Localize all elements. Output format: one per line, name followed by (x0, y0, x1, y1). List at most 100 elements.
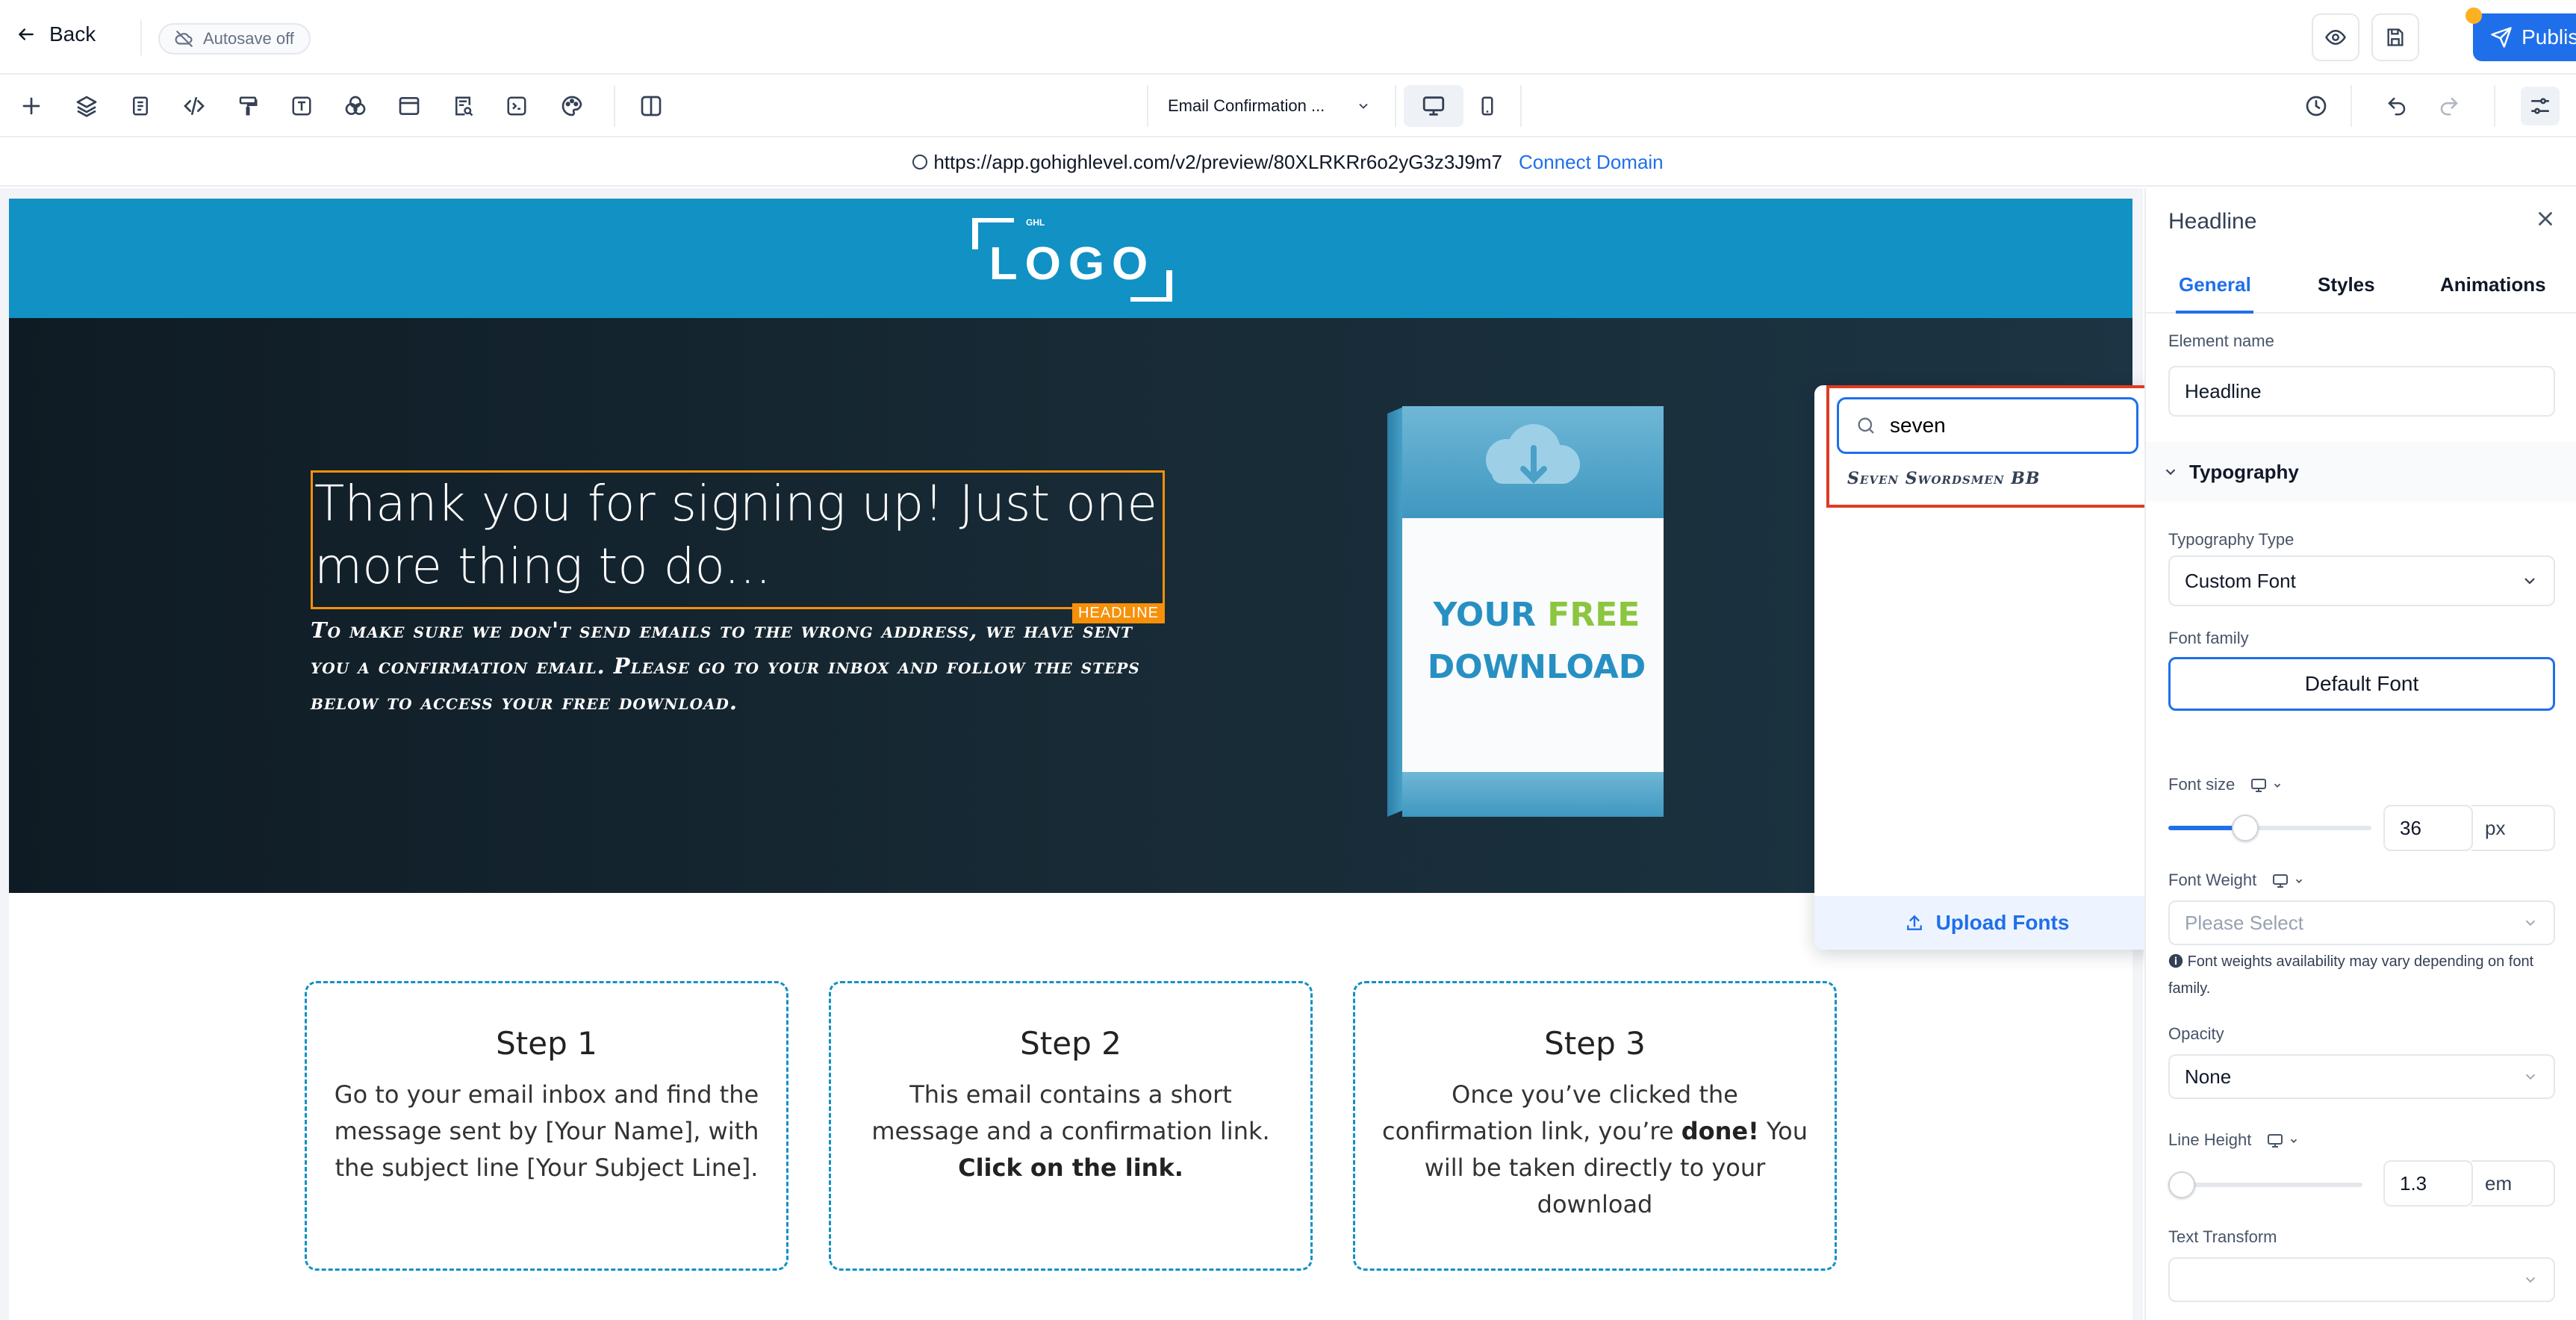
step-title: Step 3 (1544, 1025, 1646, 1062)
page-selector[interactable]: Email Confirmation ... (1150, 85, 1389, 127)
desktop-icon (1422, 96, 1445, 116)
font-size-input[interactable]: 36 (2383, 805, 2473, 851)
step-card-2[interactable]: Step 2 This email contains a short messa… (829, 981, 1313, 1271)
opacity-select[interactable]: None (2168, 1054, 2555, 1099)
terminal-icon (507, 96, 526, 116)
desktop-view-button[interactable] (1404, 85, 1463, 127)
line-height-unit-value: em (2485, 1171, 2513, 1195)
autosave-label: Autosave off (203, 29, 294, 48)
custom-js-button[interactable] (500, 90, 533, 122)
chevron-down-icon (2525, 1277, 2536, 1283)
line-height-input[interactable]: 1.3 (2383, 1160, 2473, 1207)
desktop-icon (2251, 779, 2267, 793)
font-weight-select[interactable]: Please Select (2168, 900, 2555, 945)
typography-type-label: Typography Type (2168, 530, 2295, 549)
headline-element[interactable]: Thank you for signing up! Just one more … (311, 470, 1167, 623)
element-name-value: Headline (2185, 379, 2262, 402)
save-button[interactable] (2371, 13, 2419, 61)
undo-button[interactable] (2380, 90, 2413, 122)
font-family-select[interactable]: Default Font (2168, 657, 2555, 711)
sections-button[interactable] (393, 90, 426, 122)
back-label: Back (49, 22, 96, 46)
pages-button[interactable] (124, 90, 157, 122)
back-button[interactable]: Back (16, 22, 96, 46)
search-icon (1858, 417, 1874, 434)
redo-icon (2440, 97, 2458, 116)
redo-button[interactable] (2433, 90, 2465, 122)
typography-section-header[interactable]: Typography (2146, 442, 2576, 502)
divider (2351, 85, 2352, 127)
tab-animations[interactable]: Animations (2440, 273, 2546, 296)
notification-dot (2465, 7, 2482, 24)
font-size-unit[interactable]: px (2471, 805, 2555, 851)
typography-type-select[interactable]: Custom Font (2168, 555, 2555, 606)
step-card-1[interactable]: Step 1 Go to your email inbox and find t… (305, 981, 788, 1271)
step-text: Go to your email inbox and find the mess… (334, 1080, 759, 1182)
tab-general[interactable]: General (2179, 273, 2251, 296)
color-circles-icon (345, 96, 366, 115)
divider (614, 85, 615, 127)
colors-button[interactable] (339, 90, 372, 122)
text-icon (292, 96, 311, 116)
headline-text[interactable]: Thank you for signing up! Just one more … (313, 473, 1167, 598)
text-transform-label: Text Transform (2168, 1227, 2277, 1246)
svg-text:LOGO: LOGO (989, 238, 1156, 290)
logo-image: GHL LOGO (972, 218, 1172, 302)
tab-styles[interactable]: Styles (2318, 273, 2375, 296)
styles-button[interactable] (231, 90, 264, 122)
font-search-input[interactable] (1890, 414, 2114, 438)
layers-button[interactable] (70, 90, 103, 122)
history-icon (2306, 96, 2327, 116)
font-search-field[interactable] (1837, 397, 2138, 454)
autosave-toggle[interactable]: Autosave off (158, 23, 311, 55)
add-element-button[interactable] (15, 90, 48, 122)
split-view-button[interactable] (635, 90, 668, 122)
device-indicator[interactable] (2250, 776, 2283, 794)
step-card-3[interactable]: Step 3 Once you’ve clicked the confirmat… (1353, 981, 1837, 1271)
connect-domain-link[interactable]: Connect Domain (1519, 151, 1664, 174)
font-option[interactable]: Seven Swordsmen BB (1847, 469, 2040, 488)
forms-button[interactable] (447, 90, 479, 122)
active-tab-indicator (2176, 311, 2253, 314)
eye-icon (2325, 29, 2346, 46)
logo-section[interactable]: GHL LOGO (9, 199, 2132, 318)
send-icon (2491, 27, 2512, 48)
font-size-unit-value: px (2485, 816, 2506, 839)
opacity-value: None (2185, 1065, 2232, 1088)
slider-handle[interactable] (2168, 1171, 2195, 1198)
history-button[interactable] (2300, 90, 2333, 122)
text-transform-select[interactable] (2168, 1257, 2555, 1302)
close-panel-button[interactable] (2534, 208, 2557, 230)
font-family-value: Default Font (2304, 672, 2419, 695)
line-height-label: Line Height (2168, 1130, 2299, 1150)
settings-panel-button[interactable] (2521, 87, 2560, 125)
subheadline-text[interactable]: To make sure we don't send emails to the… (311, 612, 1169, 720)
publish-button[interactable]: Publish (2465, 7, 2576, 61)
info-icon (2168, 953, 2183, 968)
form-search-icon (455, 96, 473, 116)
plus-icon (22, 97, 40, 115)
chevron-down-icon (2165, 469, 2176, 476)
line-height-unit[interactable]: em (2471, 1160, 2555, 1207)
device-indicator[interactable] (2266, 1132, 2299, 1150)
code-button[interactable] (178, 90, 211, 122)
chevron-down-icon (2296, 879, 2303, 884)
preview-url-bar: https://app.gohighlevel.com/v2/preview/8… (0, 139, 2576, 187)
arrow-left-icon (19, 28, 34, 40)
typography-label: Typography (2189, 460, 2299, 483)
element-name-input[interactable]: Headline (2168, 366, 2555, 417)
slider-handle[interactable] (2232, 815, 2259, 841)
text-button[interactable] (285, 90, 318, 122)
theme-button[interactable] (556, 90, 588, 122)
chevron-down-icon (2525, 920, 2536, 927)
code-icon (184, 97, 205, 115)
upload-fonts-button[interactable]: Upload Fonts (1814, 896, 2159, 950)
line-height-slider[interactable] (2168, 1171, 2362, 1198)
device-indicator[interactable] (2271, 872, 2304, 890)
line-height-value: 1.3 (2400, 1171, 2427, 1195)
mobile-view-button[interactable] (1465, 85, 1510, 127)
step-title: Step 2 (1020, 1025, 1121, 1062)
font-size-slider[interactable] (2168, 815, 2371, 841)
preview-url[interactable]: https://app.gohighlevel.com/v2/preview/8… (933, 151, 1502, 174)
preview-button[interactable] (2312, 13, 2359, 61)
